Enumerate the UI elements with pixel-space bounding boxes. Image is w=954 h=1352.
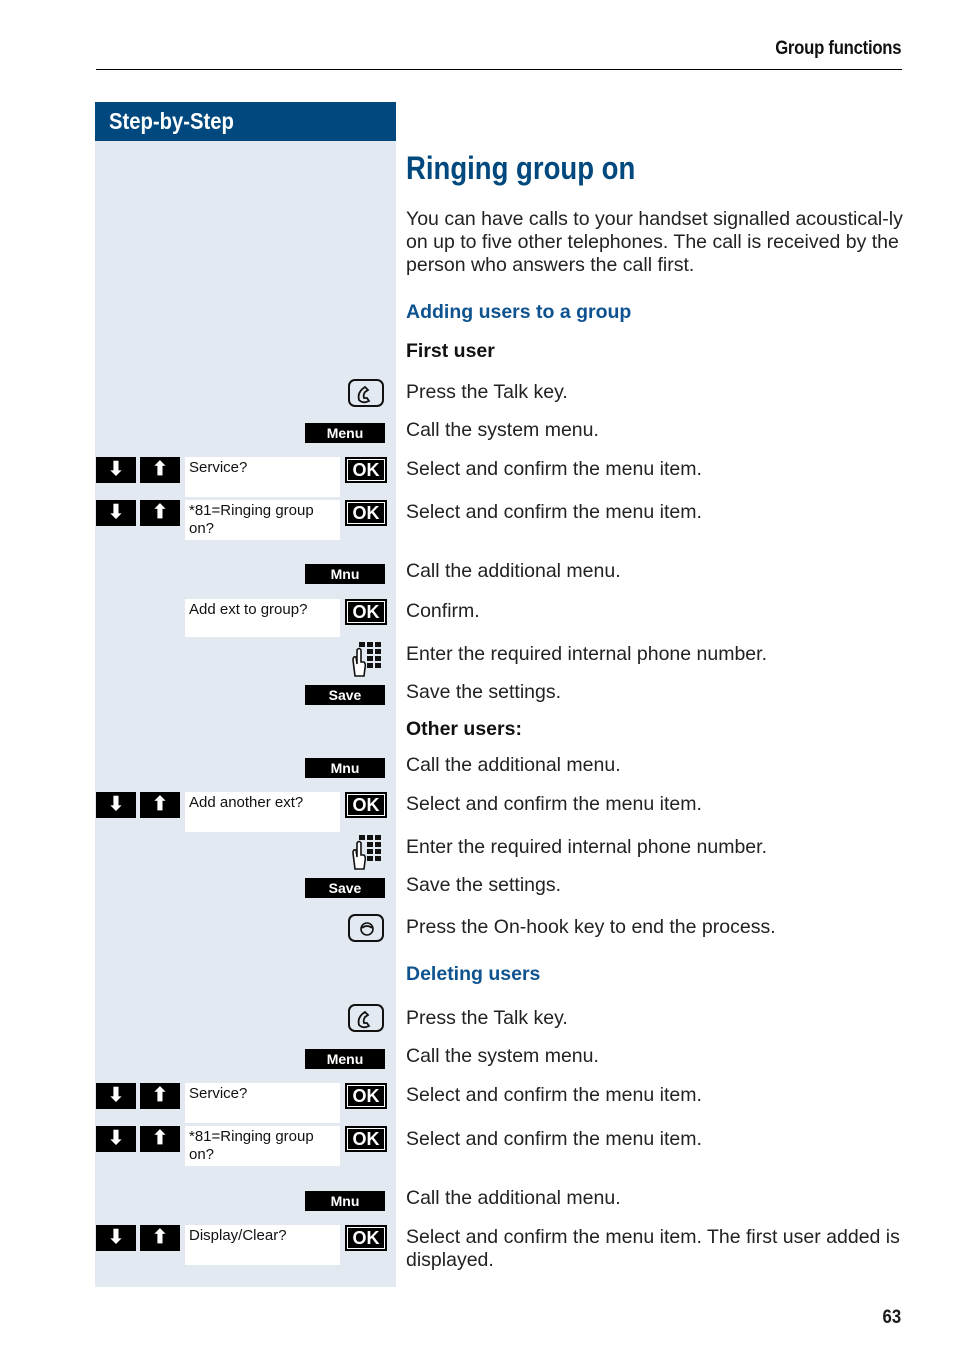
display-add-another: Add another ext? [185, 792, 340, 832]
ok-label: OK [347, 794, 385, 816]
step-ringing-group-2: Select and confirm the menu item. [406, 1128, 702, 1150]
step-save-1: Save the settings. [406, 681, 562, 703]
nav-keys-4: ⬇ ⬆ [96, 1083, 181, 1109]
step-system-menu-2: Call the system menu. [406, 1045, 599, 1067]
step-additional-menu-3: Call the additional menu. [406, 1187, 621, 1209]
save-softkey-1[interactable]: Save [305, 685, 385, 705]
step-display-clear: Select and confirm the menu item. The fi… [406, 1226, 900, 1271]
step-add-another: Select and confirm the menu item. [406, 793, 702, 815]
down-arrow-icon[interactable]: ⬇ [96, 457, 136, 483]
nav-keys-2: ⬇ ⬆ [96, 500, 181, 526]
keypad-icon [352, 642, 381, 677]
ok-label: OK [347, 601, 385, 623]
ok-key-7[interactable]: OK [345, 1225, 387, 1251]
down-arrow-icon[interactable]: ⬇ [96, 1083, 136, 1109]
display-add-ext: Add ext to group? [185, 599, 340, 637]
up-arrow-icon[interactable]: ⬆ [140, 1225, 180, 1251]
down-arrow-icon[interactable]: ⬇ [96, 500, 136, 526]
mnu-softkey-3[interactable]: Mnu [305, 1191, 385, 1211]
step-talk-key-2: Press the Talk key. [406, 1007, 568, 1029]
step-on-hook: Press the On-hook key to end the process… [406, 916, 776, 938]
up-arrow-icon[interactable]: ⬆ [140, 792, 180, 818]
save-softkey-2[interactable]: Save [305, 878, 385, 898]
ok-label: OK [347, 502, 385, 524]
step-system-menu-1: Call the system menu. [406, 419, 599, 441]
step-by-step-title: Step-by-Step [109, 108, 234, 134]
section-heading-deleting: Deleting users [406, 963, 541, 985]
nav-keys-3: ⬇ ⬆ [96, 792, 181, 818]
up-arrow-icon[interactable]: ⬆ [140, 500, 180, 526]
nav-keys-5: ⬇ ⬆ [96, 1126, 181, 1152]
up-arrow-icon[interactable]: ⬆ [140, 457, 180, 483]
down-arrow-icon[interactable]: ⬇ [96, 1126, 136, 1152]
menu-softkey-1[interactable]: Menu [305, 423, 385, 443]
ok-key-5[interactable]: OK [345, 1083, 387, 1109]
down-arrow-icon[interactable]: ⬇ [96, 792, 136, 818]
keypad-icon [352, 835, 381, 870]
display-service-2: Service? [185, 1083, 340, 1123]
ok-label: OK [347, 1227, 385, 1249]
section-heading-adding: Adding users to a group [406, 301, 632, 323]
ok-key-4[interactable]: OK [345, 792, 387, 818]
other-users-label: Other users: [406, 718, 522, 740]
ok-label: OK [347, 1128, 385, 1150]
display-ringing-group-1: *81=Ringing group on? [185, 500, 340, 540]
header-divider [96, 69, 902, 70]
display-ringing-group-2: *81=Ringing group on? [185, 1126, 340, 1166]
on-hook-key-icon [348, 914, 384, 942]
up-arrow-icon[interactable]: ⬆ [140, 1083, 180, 1109]
page-title: Ringing group on [406, 150, 636, 186]
step-enter-number-2: Enter the required internal phone number… [406, 836, 767, 858]
ok-label: OK [347, 459, 385, 481]
display-display-clear: Display/Clear? [185, 1225, 340, 1265]
step-service-2: Select and confirm the menu item. [406, 1084, 702, 1106]
ok-key-6[interactable]: OK [345, 1126, 387, 1152]
step-talk-key-1: Press the Talk key. [406, 381, 568, 403]
intro-paragraph: You can have calls to your handset signa… [406, 208, 903, 276]
down-arrow-icon[interactable]: ⬇ [96, 1225, 136, 1251]
ok-label: OK [347, 1085, 385, 1107]
nav-keys-6: ⬇ ⬆ [96, 1225, 181, 1251]
section-header-title: Group functions [774, 38, 901, 59]
up-arrow-icon[interactable]: ⬆ [140, 1126, 180, 1152]
step-additional-menu-1: Call the additional menu. [406, 560, 621, 582]
ok-key-3[interactable]: OK [345, 599, 387, 625]
menu-softkey-2[interactable]: Menu [305, 1049, 385, 1069]
talk-key-icon [348, 1004, 384, 1032]
mnu-softkey-1[interactable]: Mnu [305, 564, 385, 584]
step-save-2: Save the settings. [406, 874, 562, 896]
ok-key-1[interactable]: OK [345, 457, 387, 483]
ok-key-2[interactable]: OK [345, 500, 387, 526]
step-enter-number-1: Enter the required internal phone number… [406, 643, 767, 665]
step-ringing-group-1: Select and confirm the menu item. [406, 501, 702, 523]
step-service-1: Select and confirm the menu item. [406, 458, 702, 480]
nav-keys-1: ⬇ ⬆ [96, 457, 181, 483]
talk-key-icon [348, 379, 384, 407]
display-service-1: Service? [185, 457, 340, 497]
page-number: 63 [882, 1307, 901, 1328]
first-user-label: First user [406, 340, 495, 362]
mnu-softkey-2[interactable]: Mnu [305, 758, 385, 778]
step-confirm: Confirm. [406, 600, 480, 622]
step-additional-menu-2: Call the additional menu. [406, 754, 621, 776]
step-by-step-header: Step-by-Step [95, 102, 396, 141]
